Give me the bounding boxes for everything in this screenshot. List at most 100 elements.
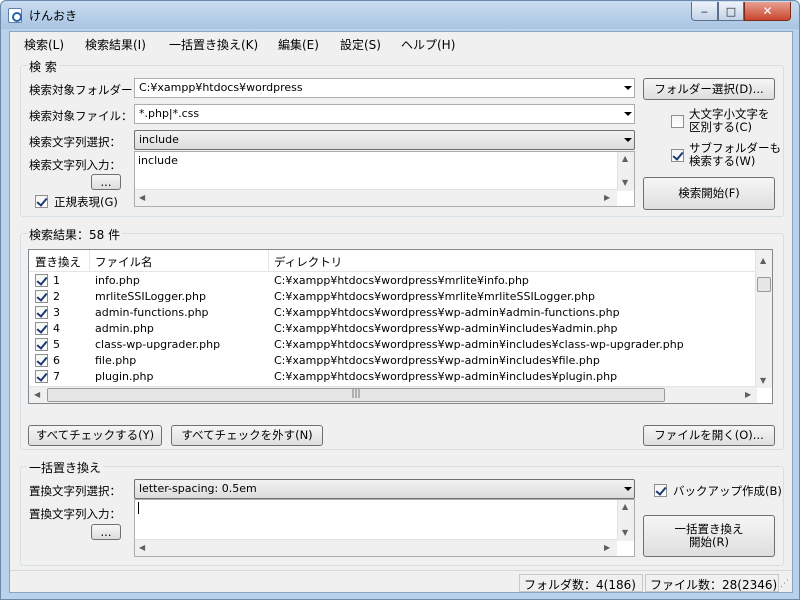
row-number: 6 [53,354,60,367]
scroll-down-icon[interactable]: ▼ [622,178,628,187]
scroll-thumb[interactable] [757,277,771,292]
row-directory: C:¥xampp¥htdocs¥wordpress¥wp-admin¥admin… [274,306,620,319]
window-title: けんおき [29,9,78,23]
search-select-label: 検索文字列選択： [29,135,121,149]
scroll-up-icon[interactable]: ▲ [760,256,766,265]
scroll-left-icon[interactable]: ◀ [139,193,145,202]
scroll-down-icon[interactable]: ▼ [622,528,628,537]
replace-checkbox[interactable] [35,354,48,367]
row-directory: C:¥xampp¥htdocs¥wordpress¥wp-admin¥inclu… [274,370,618,383]
row-directory: C:¥xampp¥htdocs¥wordpress¥wp-admin¥inclu… [274,322,618,335]
folder-label: 検索対象フォルダー： [29,83,144,97]
table-row[interactable]: 5 class-wp-upgrader.php C:¥xampp¥htdocs¥wo… [29,337,757,353]
replace-checkbox[interactable] [35,370,48,383]
file-value: *.php|*.css [139,107,200,120]
replace-checkbox[interactable] [35,306,48,319]
row-filename: plugin.php [95,370,154,383]
search-select-combo[interactable]: include [134,130,635,150]
menu-bulk-replace[interactable]: 一括置き換え(K) [169,36,258,53]
menu-search[interactable]: 検索(L) [24,36,64,53]
replace-select-value: letter-spacing: 0.5em [139,482,257,495]
horizontal-scrollbar[interactable]: ◀ ▶ [135,189,617,206]
row-number: 4 [53,322,60,335]
column-divider[interactable] [268,250,269,271]
scroll-left-icon[interactable]: ◀ [139,543,145,552]
open-file-button[interactable]: ファイルを開く(O)... [643,425,775,446]
case-label: 大文字小文字を 区別する(C) [689,108,770,134]
regex-checkbox[interactable] [35,195,48,208]
scroll-up-icon[interactable]: ▲ [622,502,628,511]
replace-start-button[interactable]: 一括置き換え 開始(R) [643,515,775,557]
table-row[interactable]: 1 info.php C:¥xampp¥htdocs¥wordpress¥mrlit… [29,273,757,289]
row-filename: file.php [95,354,137,367]
table-row[interactable]: 4 admin.php C:¥xampp¥htdocs¥wordpress¥wp-a… [29,321,757,337]
scroll-left-icon[interactable]: ◀ [34,390,40,399]
row-number: 3 [53,306,60,319]
replace-checkbox[interactable] [35,322,48,335]
subfolder-checkbox[interactable] [671,149,684,162]
search-input-value: include [138,154,178,167]
replace-checkbox[interactable] [35,290,48,303]
results-table: 置き換え ファイル名 ディレクトリ 1 info.php C:¥xampp¥htdo… [28,249,773,404]
table-row[interactable]: 6 file.php C:¥xampp¥htdocs¥wordpress¥wp-ad… [29,353,757,369]
case-label-line1: 大文字小文字を [689,107,770,121]
horizontal-scrollbar[interactable]: ◀ ▶ [135,539,617,556]
search-input-textarea[interactable]: include ▲ ▼ ◀ ▶ [134,151,635,207]
row-directory: C:¥xampp¥htdocs¥wordpress¥mrlite¥info.ph… [274,274,529,287]
scroll-thumb[interactable]: ||| [47,388,665,402]
scroll-right-icon[interactable]: ▶ [604,543,610,552]
vertical-scrollbar[interactable]: ▲ ▼ [617,152,634,191]
results-horizontal-scrollbar[interactable]: ◀ ||| ▶ [29,386,757,403]
row-filename: mrliteSSILogger.php [95,290,206,303]
folder-combo[interactable]: C:¥xampp¥htdocs¥wordpress [134,78,635,98]
row-directory: C:¥xampp¥htdocs¥wordpress¥wp-admin¥inclu… [274,354,600,367]
search-dots-button[interactable]: ... [91,174,121,190]
minimize-button[interactable]: ‒ [691,2,718,21]
table-row[interactable]: 3 admin-functions.php C:¥xampp¥htdocs¥word… [29,305,757,321]
folder-select-button[interactable]: フォルダー選択(D)... [643,78,775,100]
menu-results[interactable]: 検索結果(I) [85,36,146,53]
replace-select-combo[interactable]: letter-spacing: 0.5em [134,479,635,499]
backup-label: バックアップ作成(B) [673,484,782,498]
subfolder-label: サブフォルダーも 検索する(W) [689,142,781,168]
scroll-right-icon[interactable]: ▶ [604,193,610,202]
table-header: 置き換え ファイル名 ディレクトリ [29,250,757,272]
scroll-up-icon[interactable]: ▲ [622,154,628,163]
search-group-label: 検 索 [27,58,59,75]
resize-grip-icon[interactable]: ⋰ [780,579,789,589]
scroll-right-icon[interactable]: ▶ [745,390,751,399]
column-replace[interactable]: 置き換え [35,254,81,270]
table-row[interactable]: 2 mrliteSSILogger.php C:¥xampp¥htdocs¥word… [29,289,757,305]
column-divider[interactable] [89,250,90,271]
row-filename: class-wp-upgrader.php [95,338,221,351]
scroll-down-icon[interactable]: ▼ [760,376,766,385]
table-row[interactable]: 7 plugin.php C:¥xampp¥htdocs¥wordpress¥wp-… [29,369,757,385]
subfolder-label-line1: サブフォルダーも [689,141,781,155]
menu-settings[interactable]: 設定(S) [340,36,381,53]
menu-edit[interactable]: 編集(E) [278,36,319,53]
row-directory: C:¥xampp¥htdocs¥wordpress¥mrlite¥mrliteS… [274,290,596,303]
backup-checkbox[interactable] [654,484,667,497]
search-input-label: 検索文字列入力： [29,158,121,172]
file-combo[interactable]: *.php|*.css [134,104,635,124]
column-directory[interactable]: ディレクトリ [274,254,342,270]
menu-help[interactable]: ヘルプ(H) [401,36,455,53]
replace-input-textarea[interactable]: ▲ ▼ ◀ ▶ [134,499,635,557]
replace-group-label: 一括置き換え [27,459,104,476]
menu-bar: 検索(L) 検索結果(I) 一括置き換え(K) 編集(E) 設定(S) ヘルプ(… [10,32,792,54]
uncheck-all-button[interactable]: すべてチェックを外す(N) [171,425,323,446]
vertical-scrollbar[interactable]: ▲ ▼ [617,500,634,541]
maximize-button[interactable]: □ [718,2,744,21]
column-filename[interactable]: ファイル名 [95,254,153,270]
row-number: 7 [53,370,60,383]
status-file-count: ファイル数：28(2346) [645,574,779,592]
search-start-button[interactable]: 検索開始(F) [643,177,775,210]
replace-dots-button[interactable]: ... [91,524,121,540]
replace-checkbox[interactable] [35,274,48,287]
check-all-button[interactable]: すべてチェックする(Y) [28,425,162,446]
case-checkbox[interactable] [671,115,684,128]
text-cursor [138,502,139,514]
replace-checkbox[interactable] [35,338,48,351]
results-vertical-scrollbar[interactable]: ▲ ▼ [755,250,772,388]
close-button[interactable]: ✕ [744,2,791,21]
